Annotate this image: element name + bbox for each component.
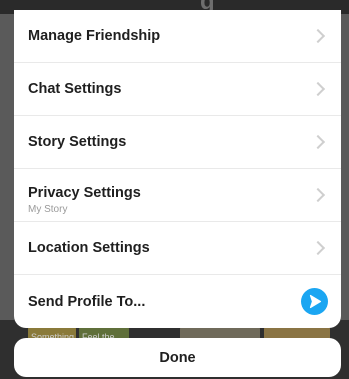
- menu-item-label: Location Settings: [28, 240, 150, 256]
- menu-item-location-settings[interactable]: Location Settings: [14, 222, 341, 275]
- chevron-right-icon: [310, 187, 326, 203]
- menu-item-label: Story Settings: [28, 134, 127, 150]
- menu-item-story-settings[interactable]: Story Settings: [14, 116, 341, 169]
- menu-item-sublabel: My Story: [28, 204, 68, 215]
- done-button-label: Done: [159, 349, 196, 366]
- menu-item-send-profile[interactable]: Send Profile To...: [14, 275, 341, 328]
- chevron-right-icon: [310, 240, 326, 256]
- chevron-right-icon: [310, 28, 326, 44]
- menu-item-privacy-settings[interactable]: Privacy Settings My Story: [14, 169, 341, 222]
- menu-item-label: Chat Settings: [28, 81, 122, 97]
- done-button[interactable]: Done: [14, 338, 341, 377]
- menu-item-chat-settings[interactable]: Chat Settings: [14, 63, 341, 116]
- backdrop-right: [341, 14, 349, 326]
- menu-item-manage-friendship[interactable]: Manage Friendship: [14, 10, 341, 63]
- menu-item-label: Send Profile To...: [28, 293, 146, 310]
- send-arrow-icon[interactable]: [301, 288, 328, 315]
- chevron-right-icon: [310, 134, 326, 150]
- chevron-right-icon: [310, 81, 326, 97]
- menu-item-label: Manage Friendship: [28, 28, 161, 44]
- menu-item-label: Privacy Settings: [28, 185, 141, 201]
- profile-actions-sheet: Manage Friendship Chat Settings Story Se…: [14, 10, 341, 328]
- backdrop-left: [0, 14, 14, 326]
